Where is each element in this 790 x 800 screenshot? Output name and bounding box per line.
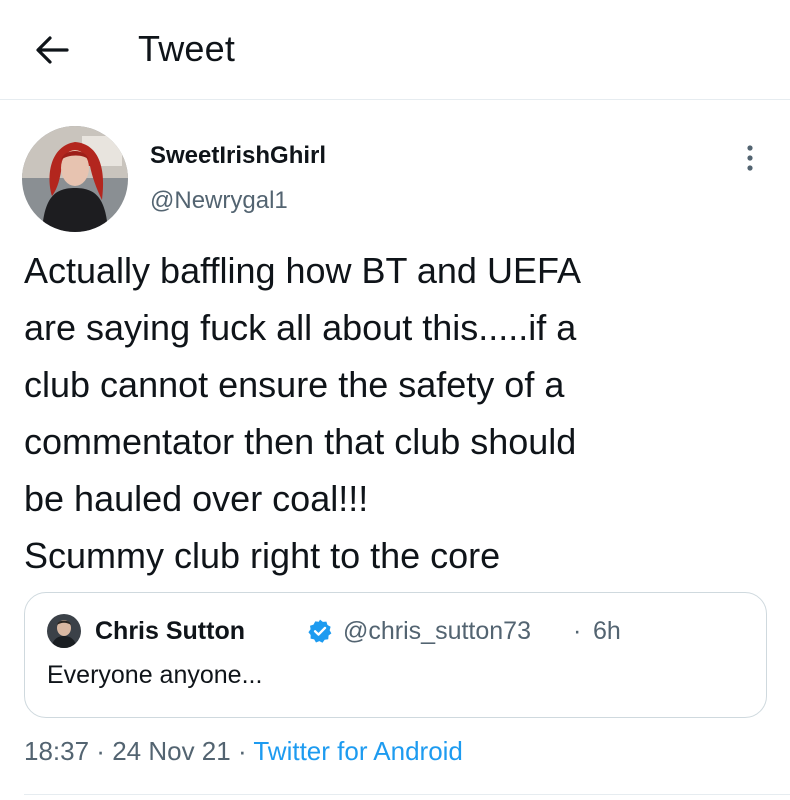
tweet-meta: 18:37 · 24 Nov 21 · Twitter for Android: [24, 734, 463, 768]
more-options-button[interactable]: [734, 140, 766, 176]
avatar[interactable]: [22, 126, 128, 232]
quoted-display-name: Chris Sutton: [95, 617, 245, 645]
top-bar: Tweet: [0, 0, 790, 100]
tweet-time[interactable]: 18:37: [24, 736, 89, 766]
quoted-handle: @chris_sutton73: [343, 617, 531, 645]
tweet-source-link[interactable]: Twitter for Android: [253, 736, 463, 766]
meta-separator: ·: [230, 736, 254, 766]
arrow-left-icon: [36, 36, 69, 64]
divider: [24, 794, 790, 795]
meta-separator: ·: [89, 736, 113, 766]
quoted-tweet-card[interactable]: Chris Sutton @chris_sutton73 · 6h Everyo…: [24, 592, 767, 718]
page-title: Tweet: [138, 28, 236, 69]
tweet-date[interactable]: 24 Nov 21: [112, 736, 231, 766]
quoted-time: 6h: [593, 617, 621, 645]
author-handle[interactable]: @Newrygal1: [150, 186, 288, 216]
quoted-text: Everyone anyone...: [47, 661, 263, 689]
back-button[interactable]: [28, 28, 76, 72]
quoted-avatar: [47, 614, 81, 648]
verified-badge-icon: [308, 619, 332, 643]
more-vertical-icon: [747, 145, 753, 171]
author-display-name[interactable]: SweetIrishGhirl: [150, 140, 326, 172]
tweet-text: Actually baffling how BT and UEFA are sa…: [24, 250, 581, 576]
quoted-separator: ·: [573, 617, 582, 645]
